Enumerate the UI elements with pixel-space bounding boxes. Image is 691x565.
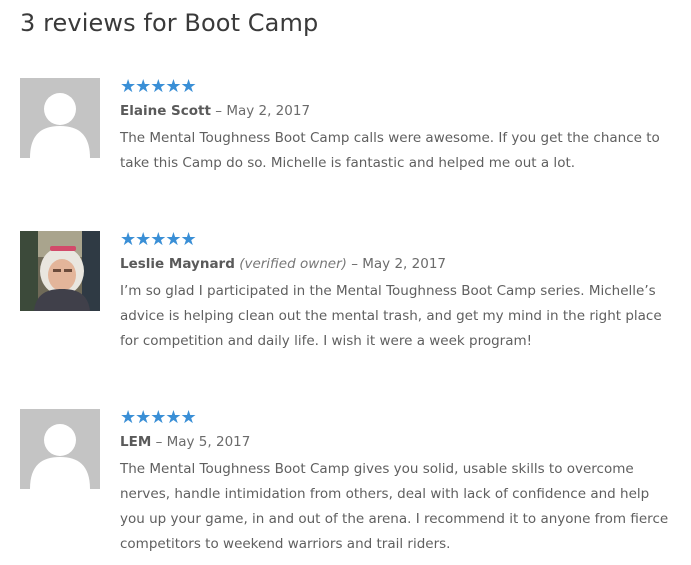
review-text: I’m so glad I participated in the Mental… [120,283,662,349]
review-author: Elaine Scott [120,103,211,119]
review-date: May 2, 2017 [362,256,446,272]
reviews-heading: 3 reviews for Boot Camp [20,9,319,37]
avatar [20,231,100,311]
meta-separator: – [351,256,358,272]
verified-owner-label: (verified owner) [239,256,347,272]
review-date: May 5, 2017 [166,434,251,450]
meta-separator: – [215,103,223,119]
default-user-icon [20,409,100,489]
rating-stars: ★★★★★ [120,229,197,250]
review-date: May 2, 2017 [226,103,311,119]
review-text: The Mental Toughness Boot Camp gives you… [120,461,669,552]
review-meta: Elaine Scott – May 2, 2017 [120,102,675,120]
review-meta: LEM – May 5, 2017 [120,433,675,451]
review-author: LEM [120,434,152,450]
review-meta: Leslie Maynard (verified owner) – May 2,… [120,255,675,273]
default-user-icon [20,78,100,158]
review-text: The Mental Toughness Boot Camp calls wer… [120,130,660,171]
meta-separator: – [155,434,163,450]
avatar [20,409,100,489]
rating-stars: ★★★★★ [120,76,197,97]
rating-stars: ★★★★★ [120,407,197,428]
review-author: Leslie Maynard [120,256,235,272]
avatar [20,78,100,158]
reviewer-photo-icon [20,231,100,311]
